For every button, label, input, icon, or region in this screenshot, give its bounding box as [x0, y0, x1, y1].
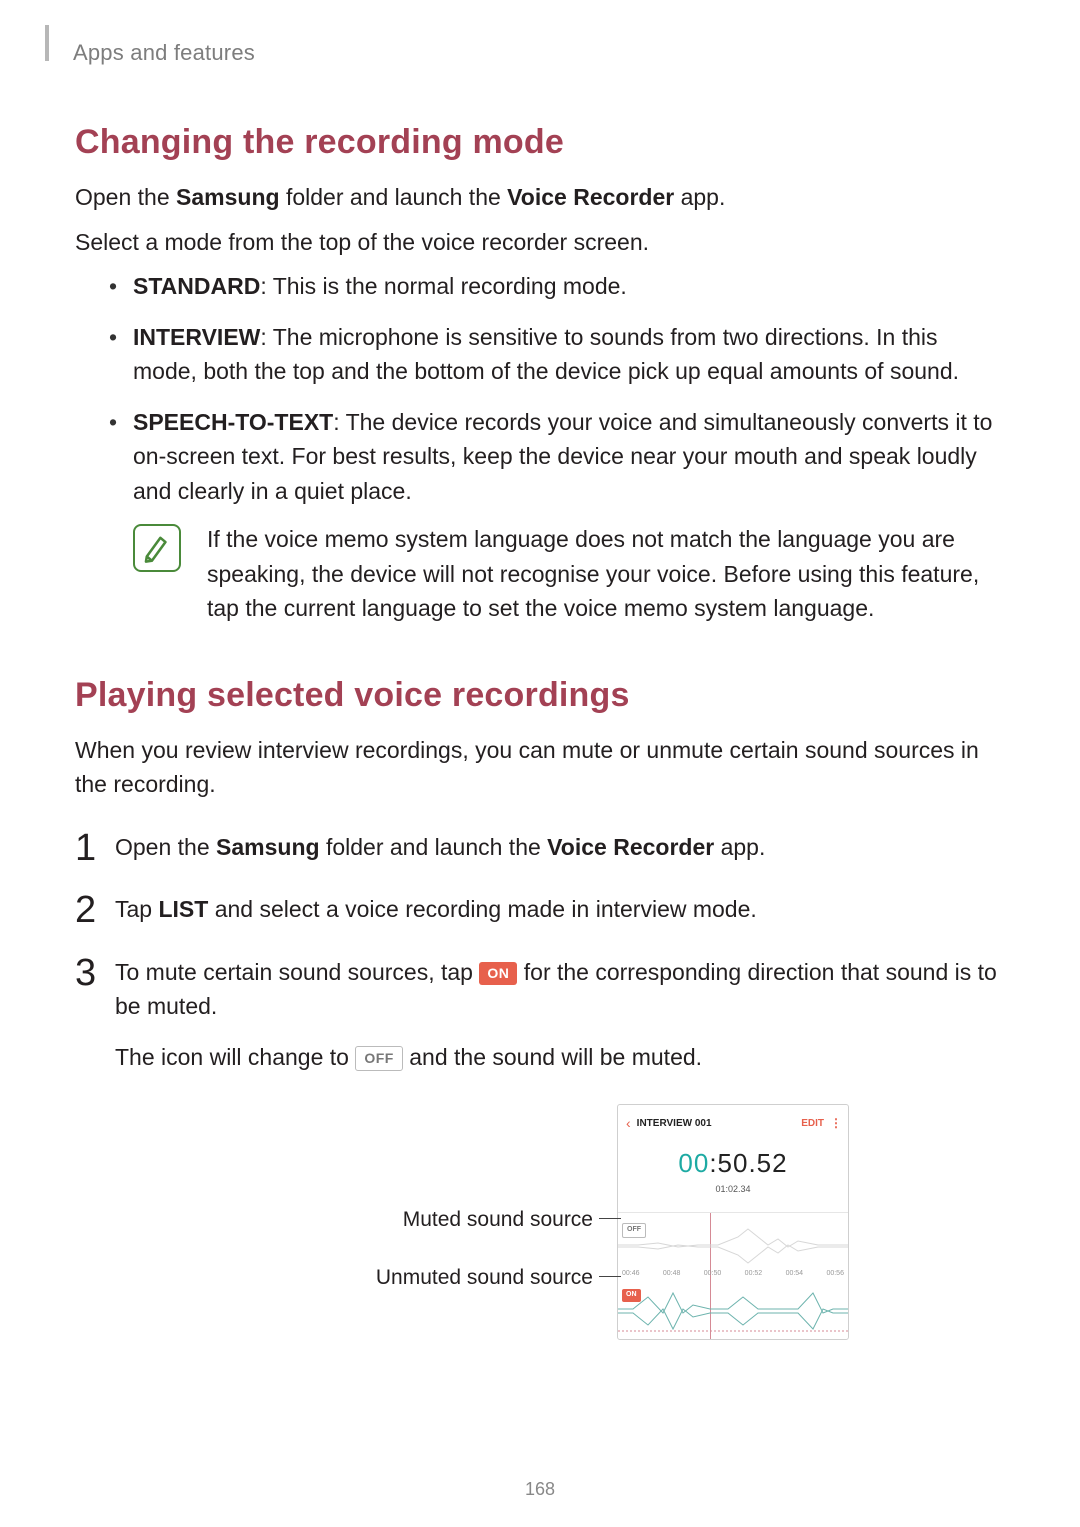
- text: app.: [674, 184, 725, 210]
- section1-intro: Open the Samsung folder and launch the V…: [75, 180, 1005, 215]
- mute-toggle-on[interactable]: ON: [622, 1289, 641, 1302]
- mode-text: : This is the normal recording mode.: [260, 273, 626, 299]
- page-number: 168: [0, 1476, 1080, 1503]
- text: The icon will change to: [115, 1044, 355, 1070]
- bold-text: Voice Recorder: [507, 184, 674, 210]
- step-1: Open the Samsung folder and launch the V…: [75, 830, 1005, 865]
- section1-para2: Select a mode from the top of the voice …: [75, 225, 1005, 260]
- mode-item-speech: SPEECH-TO-TEXT: The device records your …: [109, 405, 1005, 626]
- bold-text: Samsung: [216, 834, 320, 860]
- mode-item-standard: STANDARD: This is the normal recording m…: [109, 269, 1005, 304]
- note-text: If the voice memo system language does n…: [207, 522, 1005, 626]
- pencil-note-icon: [140, 531, 174, 565]
- section-heading-playing: Playing selected voice recordings: [75, 670, 1005, 721]
- off-badge-icon: OFF: [355, 1046, 403, 1071]
- mode-list: STANDARD: This is the normal recording m…: [109, 269, 1005, 626]
- on-badge-icon: ON: [479, 962, 517, 985]
- mode-label: STANDARD: [133, 273, 260, 299]
- text: folder and launch the: [280, 184, 508, 210]
- phone-header: ‹ INTERVIEW 001 EDIT ⋮: [618, 1105, 848, 1138]
- mute-toggle-off[interactable]: OFF: [622, 1223, 646, 1238]
- header-rule-icon: [45, 25, 49, 61]
- waveform-area: OFF 00:46 00:48 00:50 00:52 00:54: [618, 1212, 848, 1339]
- tick: 00:52: [745, 1269, 763, 1280]
- bold-text: Voice Recorder: [547, 834, 714, 860]
- text: folder and launch the: [320, 834, 548, 860]
- note-block: If the voice memo system language does n…: [133, 522, 1005, 626]
- phone-mock: ‹ INTERVIEW 001 EDIT ⋮ 00:50.52 01:02.34: [617, 1104, 849, 1341]
- mode-label: SPEECH-TO-TEXT: [133, 409, 333, 435]
- recording-title: INTERVIEW 001: [637, 1116, 712, 1131]
- total-time: 01:02.34: [618, 1183, 848, 1197]
- text: app.: [714, 834, 765, 860]
- bold-text: Samsung: [176, 184, 280, 210]
- step-3: To mute certain sound sources, tap ON fo…: [75, 955, 1005, 1343]
- mode-item-interview: INTERVIEW: The microphone is sensitive t…: [109, 320, 1005, 389]
- figure: Muted sound source Unmuted sound source …: [115, 1102, 1005, 1342]
- lane-unmuted: ON: [618, 1283, 848, 1333]
- text: To mute certain sound sources, tap: [115, 959, 479, 985]
- breadcrumb: Apps and features: [73, 36, 255, 69]
- lane-muted: OFF: [618, 1217, 848, 1267]
- steps-list: Open the Samsung folder and launch the V…: [75, 830, 1005, 1343]
- waveform-unmuted-icon: [618, 1283, 848, 1333]
- bold-text: LIST: [158, 896, 208, 922]
- note-icon: [133, 524, 181, 572]
- section-heading-recording-mode: Changing the recording mode: [75, 117, 1005, 168]
- time-teal: 00: [678, 1148, 709, 1178]
- figure-callouts: Muted sound source Unmuted sound source: [271, 1102, 617, 1342]
- more-icon[interactable]: ⋮: [830, 1121, 840, 1125]
- time-rest: :50.52: [709, 1148, 787, 1178]
- text: and the sound will be muted.: [403, 1044, 702, 1070]
- text: and select a voice recording made in int…: [208, 896, 756, 922]
- running-header: Apps and features: [75, 36, 1005, 69]
- back-icon[interactable]: ‹: [626, 1113, 631, 1134]
- callout-unmuted-label: Unmuted sound source: [376, 1262, 593, 1294]
- text: Open the: [115, 834, 216, 860]
- tick: 00:48: [663, 1269, 681, 1280]
- playback-time: 00:50.52: [618, 1144, 848, 1183]
- callout-muted-label: Muted sound source: [403, 1204, 593, 1236]
- tick: 00:54: [786, 1269, 804, 1280]
- text: Open the: [75, 184, 176, 210]
- step-3-line2: The icon will change to OFF and the soun…: [115, 1040, 1005, 1075]
- waveform-muted-icon: [618, 1217, 848, 1267]
- page: Apps and features Changing the recording…: [0, 0, 1080, 1527]
- tick: 00:46: [622, 1269, 640, 1280]
- time-ticks: 00:46 00:48 00:50 00:52 00:54 00:56: [618, 1269, 848, 1280]
- edit-button[interactable]: EDIT: [801, 1116, 824, 1131]
- step-2: Tap LIST and select a voice recording ma…: [75, 892, 1005, 927]
- tick: 00:56: [826, 1269, 844, 1280]
- section2-intro: When you review interview recordings, yo…: [75, 733, 1005, 802]
- tick: 00:50: [704, 1269, 722, 1280]
- text: Tap: [115, 896, 158, 922]
- mode-label: INTERVIEW: [133, 324, 260, 350]
